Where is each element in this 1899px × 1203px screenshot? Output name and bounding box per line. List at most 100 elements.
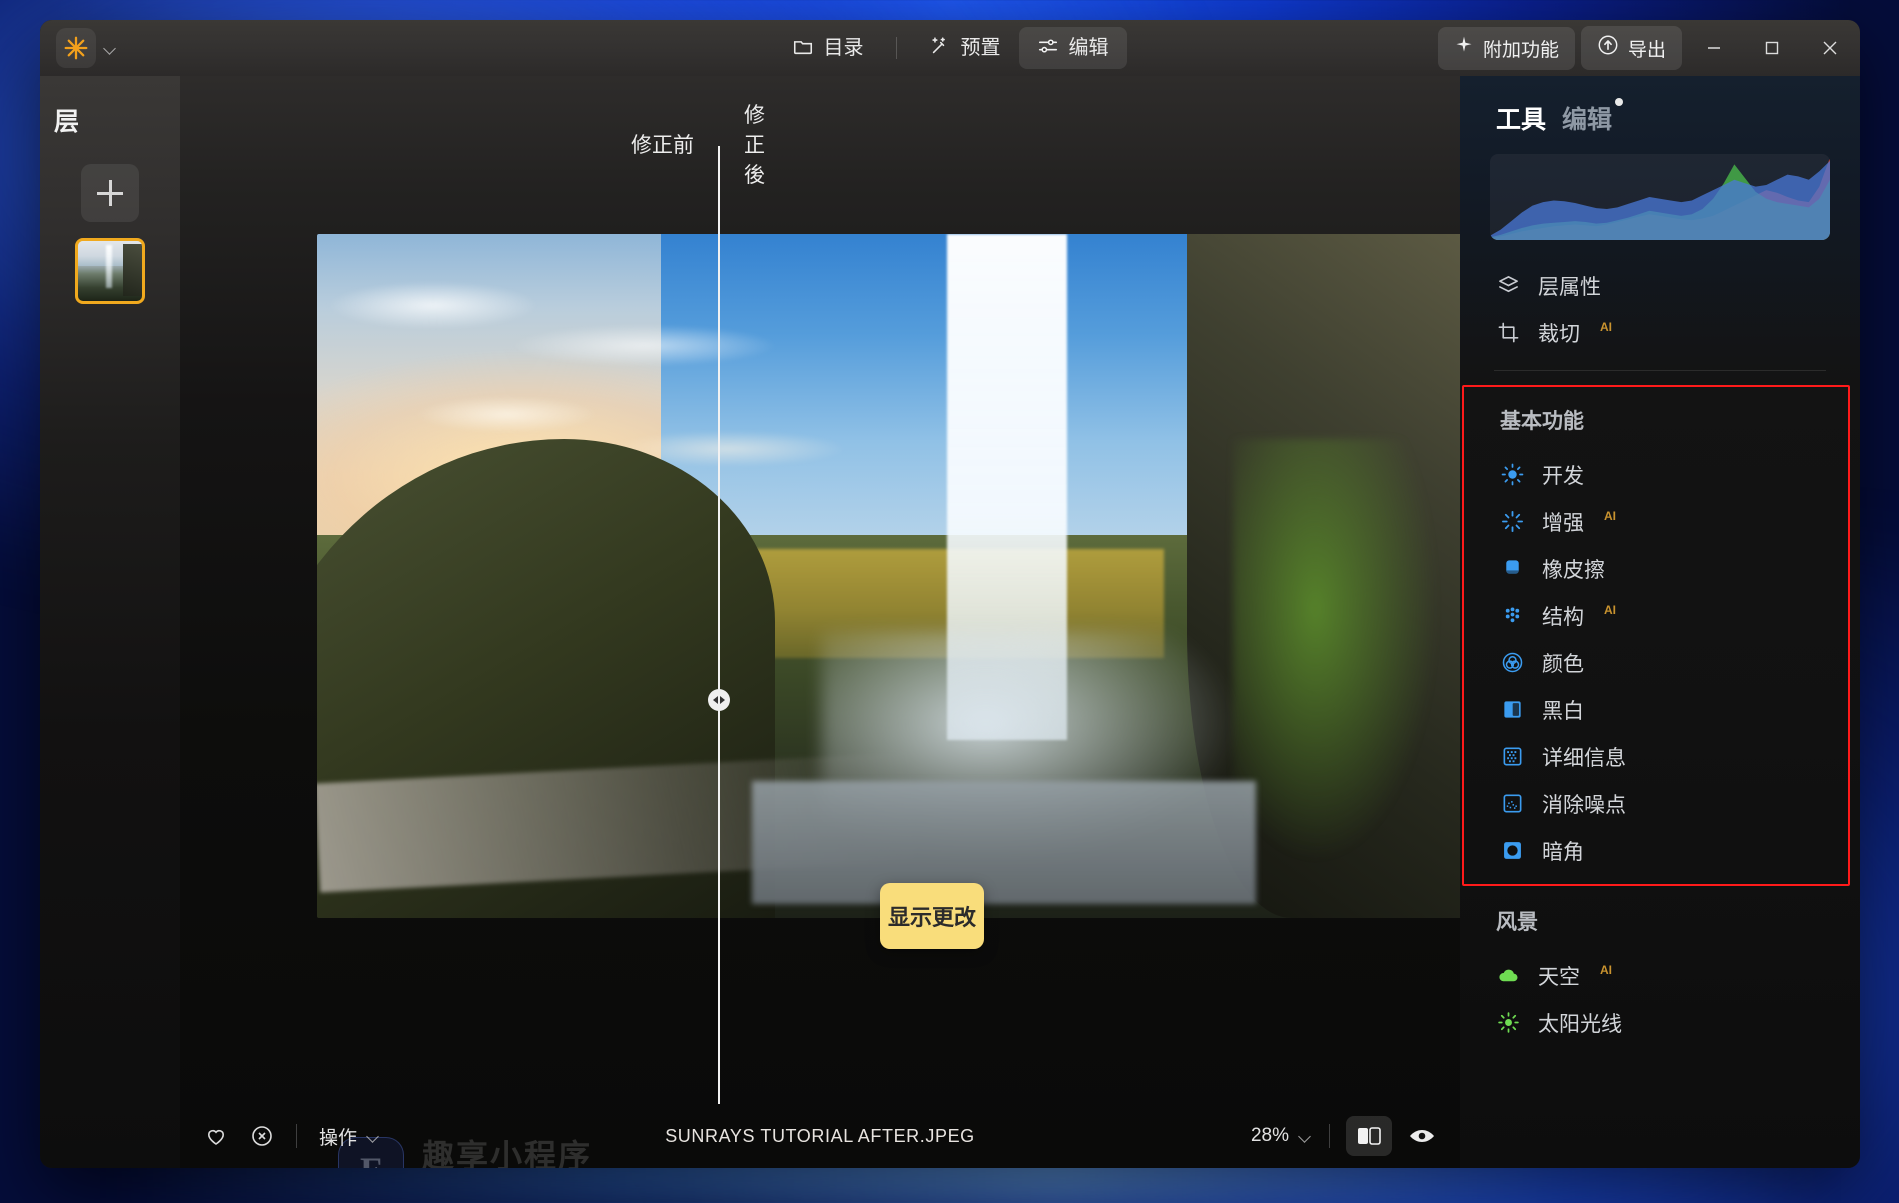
magic-wand-icon bbox=[929, 35, 951, 61]
nav-tab-catalog[interactable]: 目录 bbox=[774, 27, 882, 69]
photo-pool bbox=[752, 781, 1256, 905]
plus-icon bbox=[97, 180, 123, 206]
action-menu-label: 操作 bbox=[319, 1127, 358, 1149]
maximize-icon[interactable] bbox=[1746, 20, 1798, 76]
bottom-bar: 操作 SUNRAYS TUTORIAL AFTER.JPEG 28% bbox=[180, 1104, 1460, 1168]
tool-divider bbox=[1494, 370, 1826, 371]
bottom-bar-right: 28% bbox=[1251, 1116, 1436, 1156]
photo-moss bbox=[1233, 439, 1440, 864]
tool-item-detail-grid[interactable]: 详细信息 bbox=[1464, 733, 1848, 780]
detail-grid-icon bbox=[1500, 745, 1524, 769]
action-menu-button[interactable]: 操作 bbox=[319, 1123, 381, 1150]
chevron-down-icon bbox=[1297, 1128, 1313, 1144]
application-window: 目录 预置 编辑 附加功能 导出 层 修正前 修正後 显示更改 趣享小程序 操作… bbox=[40, 20, 1860, 1168]
section-title-basic: 基本功能 bbox=[1500, 410, 1584, 433]
bottom-bar-left: 操作 bbox=[204, 1123, 381, 1150]
tab-edit[interactable]: 编辑 bbox=[1562, 98, 1624, 136]
tab-edit-label: 编辑 bbox=[1562, 106, 1613, 134]
histogram-chart[interactable] bbox=[1490, 154, 1830, 240]
nav-tab-edit-label: 编辑 bbox=[1068, 37, 1109, 59]
tool-item-sparkle-burst[interactable]: 增强 AI bbox=[1464, 498, 1848, 545]
show-changes-button[interactable]: 显示更改 bbox=[880, 883, 984, 949]
bottom-divider-2 bbox=[1329, 1124, 1330, 1148]
tool-item-dots-grid[interactable]: 结构 AI bbox=[1464, 592, 1848, 639]
close-icon[interactable] bbox=[1804, 20, 1856, 76]
add-layer-button[interactable] bbox=[81, 164, 139, 222]
starburst-icon[interactable] bbox=[56, 28, 96, 68]
nav-tab-presets-label: 预置 bbox=[960, 37, 1001, 59]
layer-thumbnail[interactable] bbox=[75, 238, 145, 304]
tool-item-cloud[interactable]: 天空 AI bbox=[1460, 952, 1860, 999]
tab-tools[interactable]: 工具 bbox=[1496, 100, 1546, 136]
cloud-icon bbox=[1496, 964, 1520, 988]
addons-label: 附加功能 bbox=[1482, 39, 1559, 61]
split-compare-icon[interactable] bbox=[1346, 1116, 1392, 1156]
tool-item-black-white[interactable]: 黑白 bbox=[1464, 686, 1848, 733]
heart-icon[interactable] bbox=[204, 1124, 228, 1148]
tool-item-label: 结构 bbox=[1542, 605, 1584, 629]
ai-badge: AI bbox=[1604, 603, 1616, 617]
histogram-svg bbox=[1490, 157, 1830, 240]
tool-item-label: 颜色 bbox=[1542, 652, 1584, 676]
bottom-divider bbox=[296, 1124, 297, 1148]
tool-list-basic: 开发增强 AI 橡皮擦结构 AI 颜色黑白详细信息消除噪点 暗角 bbox=[1464, 447, 1848, 874]
ai-badge: AI bbox=[1604, 509, 1616, 523]
canvas-stage: 显示更改 F 趣享小程序 qx.oovc.cc bbox=[180, 146, 1462, 1168]
nav-tab-presets[interactable]: 预置 bbox=[911, 27, 1019, 69]
histogram-series-blue bbox=[1490, 160, 1830, 240]
layers-title: 层 bbox=[54, 108, 80, 136]
color-circles-icon bbox=[1500, 651, 1524, 675]
tool-item-label: 增强 bbox=[1542, 511, 1584, 535]
export-button[interactable]: 导出 bbox=[1580, 26, 1682, 70]
compare-split-line bbox=[718, 146, 720, 1104]
tool-item-label: 天空 bbox=[1538, 965, 1580, 989]
canvas-area: 修正前 修正後 显示更改 趣享小程序 操作 SUNRAYS TUTORIAL A… bbox=[180, 76, 1462, 1168]
compare-labels: 修正前 修正後 bbox=[180, 76, 1460, 187]
sparkle-burst-icon bbox=[1500, 510, 1524, 534]
tab-edit-indicator-dot bbox=[1615, 98, 1624, 106]
nav-tab-edit[interactable]: 编辑 bbox=[1018, 27, 1127, 69]
split-handle-icon[interactable] bbox=[708, 689, 730, 711]
zoom-level-button[interactable]: 28% bbox=[1251, 1125, 1313, 1147]
tool-item-denoise[interactable]: 消除噪点 bbox=[1464, 780, 1848, 827]
layers-panel: 层 bbox=[40, 76, 180, 1168]
addons-button[interactable]: 附加功能 bbox=[1437, 26, 1575, 70]
tool-item-label: 详细信息 bbox=[1542, 746, 1626, 770]
basic-section-highlight: 基本功能 开发增强 AI 橡皮擦结构 AI 颜色黑白详细信息消除噪点 暗角 bbox=[1462, 385, 1850, 886]
black-white-icon bbox=[1500, 698, 1524, 722]
tool-item-crop[interactable]: 裁切 AI bbox=[1460, 309, 1860, 356]
tools-panel: 工具 编辑 F 趣享小程序 qx.oovc.cc 层属性裁切AI bbox=[1460, 76, 1860, 1168]
chevron-down-icon[interactable] bbox=[102, 40, 118, 56]
tool-item-sunrays[interactable]: 太阳光线 bbox=[1460, 999, 1860, 1046]
minimize-icon[interactable] bbox=[1688, 20, 1740, 76]
sun-icon bbox=[1500, 463, 1524, 487]
ai-badge: AI bbox=[1600, 320, 1612, 334]
tool-item-vignette[interactable]: 暗角 bbox=[1464, 827, 1848, 874]
titlebar-right: 附加功能 导出 bbox=[1437, 20, 1860, 76]
tool-item-eraser[interactable]: 橡皮擦 bbox=[1464, 545, 1848, 592]
layers-icon bbox=[1496, 274, 1520, 298]
x-circle-icon[interactable] bbox=[250, 1124, 274, 1148]
tool-item-layers[interactable]: 层属性 bbox=[1460, 262, 1860, 309]
tool-item-label: 橡皮擦 bbox=[1542, 558, 1605, 582]
nav-tab-catalog-label: 目录 bbox=[823, 37, 864, 59]
chevron-down-icon bbox=[365, 1128, 381, 1144]
export-label: 导出 bbox=[1627, 39, 1666, 61]
eye-icon[interactable] bbox=[1408, 1124, 1436, 1148]
nav-divider bbox=[895, 37, 897, 59]
denoise-icon bbox=[1500, 792, 1524, 816]
tool-list-top: 层属性裁切 AI bbox=[1460, 258, 1860, 356]
zoom-level-label: 28% bbox=[1250, 1125, 1289, 1146]
vignette-icon bbox=[1500, 839, 1524, 863]
tool-item-label: 黑白 bbox=[1542, 699, 1584, 723]
upload-circle-icon bbox=[1597, 34, 1619, 62]
section-title-landscape: 风景 bbox=[1496, 911, 1538, 934]
ai-badge: AI bbox=[1600, 963, 1612, 977]
thumbnail-rock bbox=[122, 244, 142, 297]
dots-grid-icon bbox=[1500, 604, 1524, 628]
tool-item-label: 裁切 bbox=[1538, 322, 1580, 346]
tool-item-color-circles[interactable]: 颜色 bbox=[1464, 639, 1848, 686]
crop-icon bbox=[1496, 321, 1520, 345]
photo-preview[interactable] bbox=[317, 234, 1462, 918]
tool-item-sun[interactable]: 开发 bbox=[1464, 451, 1848, 498]
